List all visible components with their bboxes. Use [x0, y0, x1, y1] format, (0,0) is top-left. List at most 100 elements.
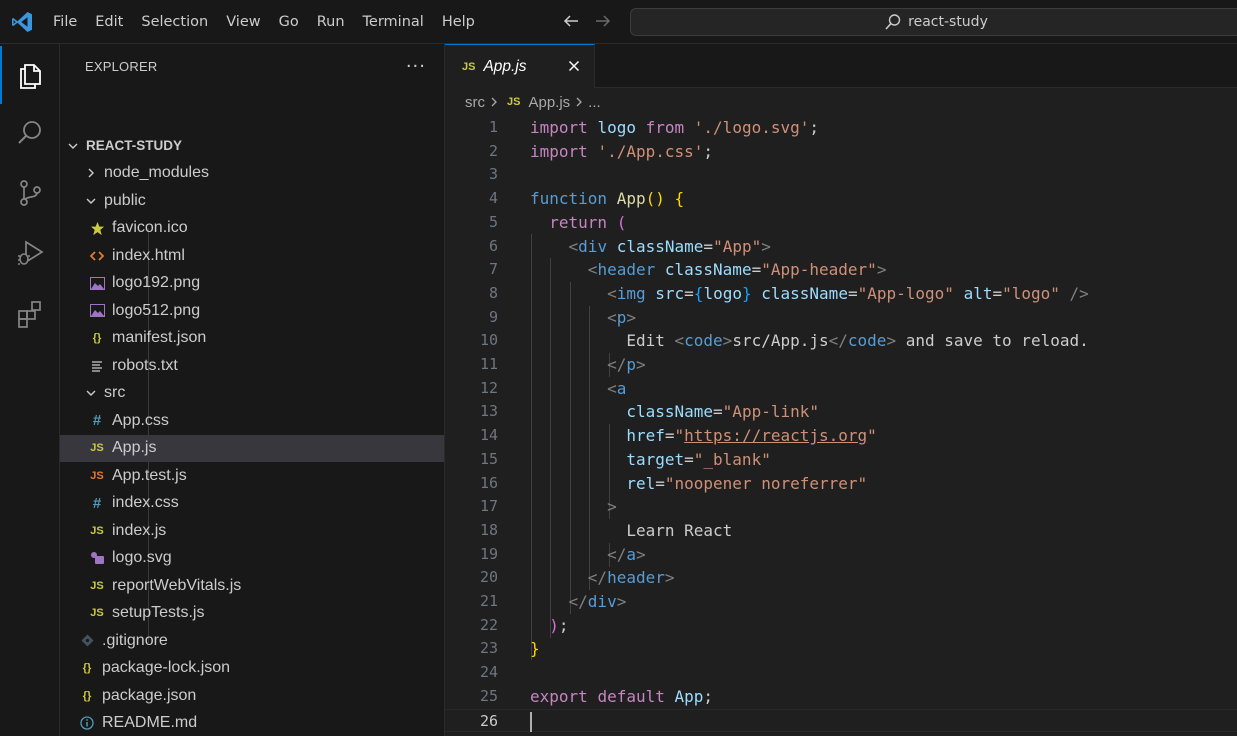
- activity-extensions[interactable]: [0, 284, 60, 342]
- tree-item-index-js[interactable]: JS index.js: [60, 517, 444, 545]
- chevron-down-icon: [84, 387, 98, 399]
- tree-item-app-js[interactable]: JS App.js: [60, 434, 444, 462]
- menu-help[interactable]: Help: [433, 8, 484, 36]
- tree-item-readme[interactable]: README.md: [60, 710, 444, 736]
- line-number: 23: [479, 639, 498, 658]
- tab-label: App.js: [483, 57, 527, 75]
- line-number: 11: [479, 355, 498, 373]
- line-number: 16: [479, 473, 498, 492]
- code-line: 18 Learn React: [445, 519, 1237, 543]
- editor-area: JS App.js src JS App.js ... 1 import logo…: [445, 44, 1237, 736]
- tree-item-report-web-vitals[interactable]: JS reportWebVitals.js: [60, 572, 444, 600]
- menu-selection[interactable]: Selection: [132, 8, 217, 36]
- line-text: );: [549, 615, 569, 635]
- forward-arrow-icon[interactable]: [592, 10, 614, 32]
- tree-item-app-test-js[interactable]: JS App.test.js: [60, 462, 444, 490]
- tree-item-src[interactable]: src: [60, 380, 444, 408]
- line-text: <header className="App-header">: [587, 260, 887, 280]
- tree-item-package-lock[interactable]: {} package-lock.json: [60, 655, 444, 683]
- code-line: 3: [445, 163, 1237, 187]
- close-icon[interactable]: [566, 58, 582, 74]
- activity-explorer[interactable]: [0, 46, 60, 104]
- menu-go[interactable]: Go: [270, 8, 308, 36]
- tree-item-label: App.test.js: [112, 466, 187, 484]
- code-line: 2 import './App.css';: [445, 140, 1237, 164]
- activity-run-debug[interactable]: [0, 224, 60, 282]
- navigation-arrows: [560, 10, 614, 32]
- code-line: 23}: [445, 637, 1237, 661]
- tree-item-label: robots.txt: [112, 356, 178, 374]
- json-icon: {}: [92, 332, 102, 345]
- activity-bar: [0, 44, 60, 736]
- command-center-search[interactable]: react-study: [630, 8, 1237, 36]
- tree-item-app-css[interactable]: # App.css: [60, 407, 444, 435]
- tree-item-index-css[interactable]: # index.css: [60, 490, 444, 518]
- menu-run[interactable]: Run: [308, 8, 354, 36]
- tree-item-label: logo512.png: [112, 301, 201, 319]
- tree-item-setup-tests[interactable]: JS setupTests.js: [60, 600, 444, 628]
- tree-item-label: index.css: [112, 494, 179, 512]
- breadcrumb-more[interactable]: ...: [588, 94, 601, 111]
- tree-item-favicon[interactable]: favicon.ico: [60, 215, 444, 243]
- code-line: 17 >: [445, 495, 1237, 519]
- back-arrow-icon[interactable]: [560, 10, 582, 32]
- menu-file[interactable]: File: [44, 8, 86, 36]
- tab-app-js[interactable]: JS App.js: [445, 44, 595, 88]
- breadcrumb-file[interactable]: App.js: [528, 94, 570, 111]
- line-number: 12: [479, 378, 498, 397]
- js-icon: JS: [90, 524, 104, 537]
- tree-item-logo192[interactable]: logo192.png: [60, 270, 444, 298]
- tree-item-label: App.css: [112, 411, 169, 429]
- js-icon: JS: [90, 442, 104, 455]
- tree-item-robots[interactable]: robots.txt: [60, 352, 444, 380]
- tree-item-package-json[interactable]: {} package.json: [60, 682, 444, 710]
- code-line: 8 <img src={logo} className="App-logo" a…: [445, 282, 1237, 306]
- explorer-sidebar: EXPLORER ··· REACT-STUDY node_modules pu…: [60, 44, 445, 736]
- activity-source-control[interactable]: [0, 164, 60, 222]
- sidebar-title: EXPLORER: [85, 58, 158, 74]
- code-line: 6 <div className="App">: [445, 235, 1237, 259]
- code-line: 20 </header>: [445, 566, 1237, 590]
- command-center-label: react-study: [908, 14, 988, 30]
- code-line: 19 </a>: [445, 543, 1237, 567]
- tree-item-label: package-lock.json: [102, 659, 231, 677]
- line-text: import logo from './logo.svg';: [530, 118, 820, 137]
- tree-item-label: .gitignore: [102, 631, 168, 649]
- tree-item-logo512[interactable]: logo512.png: [60, 297, 444, 325]
- tree-item-label: reportWebVitals.js: [112, 576, 242, 594]
- menu-edit[interactable]: Edit: [86, 8, 132, 36]
- breadcrumb: src JS App.js ...: [445, 88, 1237, 116]
- chevron-down-icon: [84, 195, 98, 207]
- js-icon: JS: [90, 579, 104, 592]
- activity-search[interactable]: [0, 104, 60, 162]
- line-number: 19: [479, 544, 498, 563]
- tree-item-gitignore[interactable]: .gitignore: [60, 627, 444, 655]
- json-icon: {}: [82, 662, 92, 675]
- tree-item-label: src: [104, 384, 126, 402]
- vscode-logo-icon: [12, 12, 32, 32]
- search-icon: [885, 14, 901, 30]
- editor-tabs: JS App.js: [445, 44, 1237, 88]
- line-text: function App() {: [530, 189, 685, 209]
- code-line: 22 );: [445, 614, 1237, 638]
- tree-root-folder[interactable]: REACT-STUDY: [60, 132, 444, 160]
- star-icon: [88, 221, 106, 236]
- tree-item-label: package.json: [102, 686, 197, 704]
- menu-view[interactable]: View: [217, 8, 269, 36]
- tree-item-index-html[interactable]: index.html: [60, 242, 444, 270]
- code-line: 11 </p>: [445, 353, 1237, 377]
- more-actions-icon[interactable]: ···: [406, 56, 426, 77]
- line-number: 6: [488, 236, 498, 255]
- tree-item-manifest[interactable]: {} manifest.json: [60, 325, 444, 353]
- breadcrumb-folder[interactable]: src: [465, 94, 485, 111]
- tree-item-logo-svg[interactable]: logo.svg: [60, 545, 444, 573]
- tree-item-public[interactable]: public: [60, 187, 444, 215]
- search-icon: [18, 121, 41, 144]
- tree-item-node-modules[interactable]: node_modules: [60, 160, 444, 188]
- menu-terminal[interactable]: Terminal: [354, 8, 433, 36]
- chevron-down-icon: [66, 140, 80, 152]
- code-line: 10 Edit <code>src/App.js</code> and save…: [445, 329, 1237, 353]
- line-number: 24: [479, 663, 498, 682]
- code-line: 25 export default App;: [445, 685, 1237, 709]
- html-icon: [88, 250, 106, 262]
